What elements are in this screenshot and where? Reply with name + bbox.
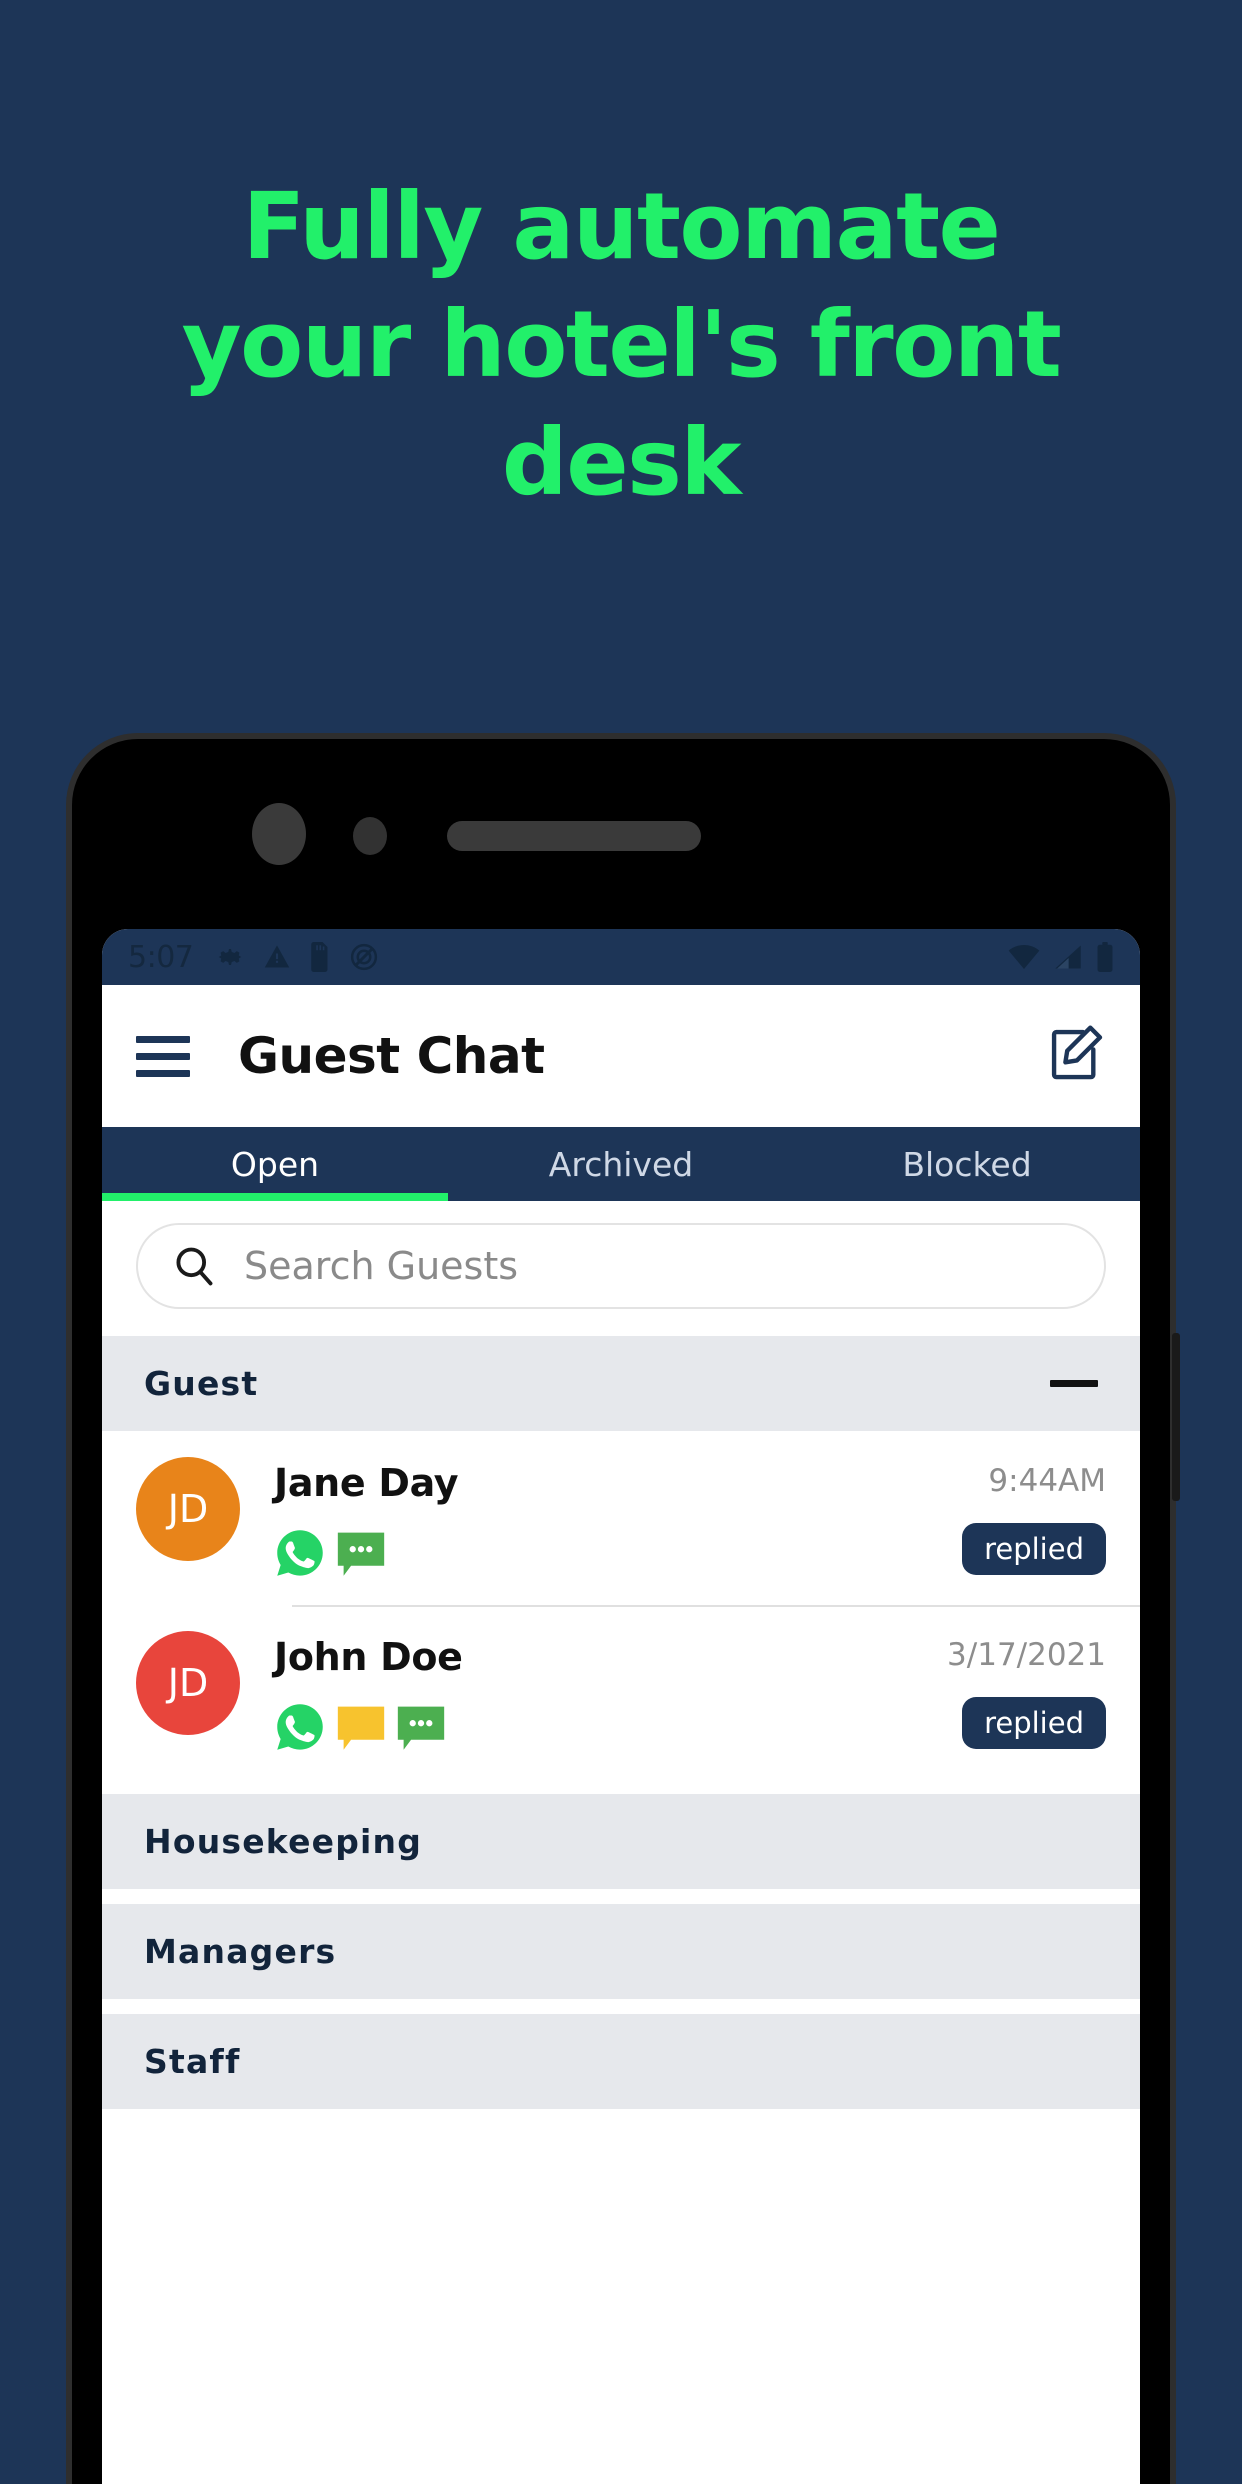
search-section: Search Guests bbox=[102, 1201, 1140, 1335]
section-header-managers[interactable]: Managers bbox=[102, 1903, 1140, 1999]
hamburger-menu-icon[interactable] bbox=[136, 1035, 190, 1077]
section-title: Guest bbox=[144, 1364, 259, 1403]
tab-blocked[interactable]: Blocked bbox=[794, 1127, 1140, 1201]
status-bar: 5:07 bbox=[102, 929, 1140, 985]
gear-icon bbox=[219, 949, 242, 965]
status-badge: replied bbox=[962, 1523, 1106, 1575]
section-title: Staff bbox=[144, 2042, 241, 2081]
list-spacer bbox=[102, 1999, 1140, 2013]
phone-screen: 5:07 Guest Chat Open Archived Blocked Se… bbox=[102, 929, 1140, 2484]
chat-row-main: Jane Day bbox=[274, 1457, 962, 1579]
proximity-sensor-icon bbox=[353, 817, 387, 855]
status-bar-left-icons bbox=[215, 942, 379, 972]
row-divider bbox=[292, 1605, 1140, 1607]
app-bar: Guest Chat bbox=[102, 985, 1140, 1127]
promo-screenshot: Fully automate your hotel's front desk 5… bbox=[0, 0, 1242, 2484]
search-placeholder: Search Guests bbox=[244, 1244, 519, 1288]
message-timestamp: 3/17/2021 bbox=[947, 1637, 1106, 1673]
phone-mockup: 5:07 Guest Chat Open Archived Blocked Se… bbox=[66, 733, 1180, 2484]
list-spacer bbox=[102, 1779, 1140, 1793]
search-icon bbox=[176, 1247, 213, 1286]
tab-bar: Open Archived Blocked bbox=[102, 1127, 1140, 1201]
section-title: Housekeeping bbox=[144, 1822, 423, 1861]
sd-card-icon bbox=[311, 942, 328, 972]
whatsapp-icon bbox=[277, 1530, 323, 1576]
headline-line-1: Fully automate bbox=[242, 173, 1001, 280]
chat-row-meta: 3/17/2021 replied bbox=[947, 1631, 1106, 1753]
phone-body: 5:07 Guest Chat Open Archived Blocked Se… bbox=[72, 739, 1170, 2484]
search-input[interactable]: Search Guests bbox=[136, 1223, 1106, 1309]
tab-archived[interactable]: Archived bbox=[448, 1127, 794, 1201]
phone-bezel-top bbox=[72, 739, 1170, 929]
phone-side-button[interactable] bbox=[1172, 1333, 1180, 1501]
do-not-disturb-icon bbox=[351, 943, 378, 971]
channel-icon-group bbox=[274, 1695, 947, 1753]
page-title: Fully automate your hotel's front desk bbox=[0, 168, 1242, 521]
list-spacer bbox=[102, 1889, 1140, 1903]
section-header-housekeeping[interactable]: Housekeeping bbox=[102, 1793, 1140, 1889]
message-timestamp: 9:44AM bbox=[988, 1463, 1106, 1499]
headline-line-3: desk bbox=[501, 408, 742, 516]
chat-row-main: John Doe bbox=[274, 1631, 947, 1753]
battery-icon bbox=[1097, 942, 1113, 972]
sms-bubble-green-icon bbox=[397, 1706, 445, 1750]
minus-collapse-icon[interactable] bbox=[1050, 1380, 1098, 1387]
earpiece-speaker bbox=[447, 821, 701, 851]
chat-row-meta: 9:44AM replied bbox=[962, 1457, 1106, 1579]
whatsapp-icon bbox=[277, 1704, 323, 1750]
guest-name: John Doe bbox=[274, 1635, 463, 1679]
wifi-icon bbox=[1008, 945, 1040, 969]
tab-open[interactable]: Open bbox=[102, 1127, 448, 1201]
avatar: JD bbox=[136, 1457, 240, 1561]
cellular-signal-icon bbox=[1055, 945, 1081, 969]
channel-icon-group bbox=[274, 1521, 962, 1579]
section-header-staff[interactable]: Staff bbox=[102, 2013, 1140, 2109]
status-bar-clock: 5:07 bbox=[128, 939, 194, 975]
bubble-yellow-icon bbox=[337, 1706, 385, 1750]
list-item[interactable]: JD Jane Day 9:44AM replied bbox=[102, 1431, 1140, 1605]
guest-name: Jane Day bbox=[274, 1461, 459, 1505]
chat-list-guest: JD Jane Day 9:44AM replied JD John Doe 3… bbox=[102, 1431, 1140, 1779]
front-camera-icon bbox=[252, 803, 306, 865]
section-title: Managers bbox=[144, 1932, 337, 1971]
sms-bubble-green-icon bbox=[337, 1532, 385, 1576]
list-item[interactable]: JD John Doe 3/17/2021 replied bbox=[102, 1605, 1140, 1779]
compose-edit-icon[interactable] bbox=[1046, 1024, 1106, 1089]
avatar: JD bbox=[136, 1631, 240, 1735]
headline-line-2: your hotel's front bbox=[181, 290, 1062, 398]
status-badge: replied bbox=[962, 1697, 1106, 1749]
warning-triangle-icon bbox=[265, 945, 290, 968]
status-bar-right-icons bbox=[1008, 942, 1114, 972]
section-header-guest[interactable]: Guest bbox=[102, 1335, 1140, 1431]
app-title: Guest Chat bbox=[238, 1027, 545, 1085]
